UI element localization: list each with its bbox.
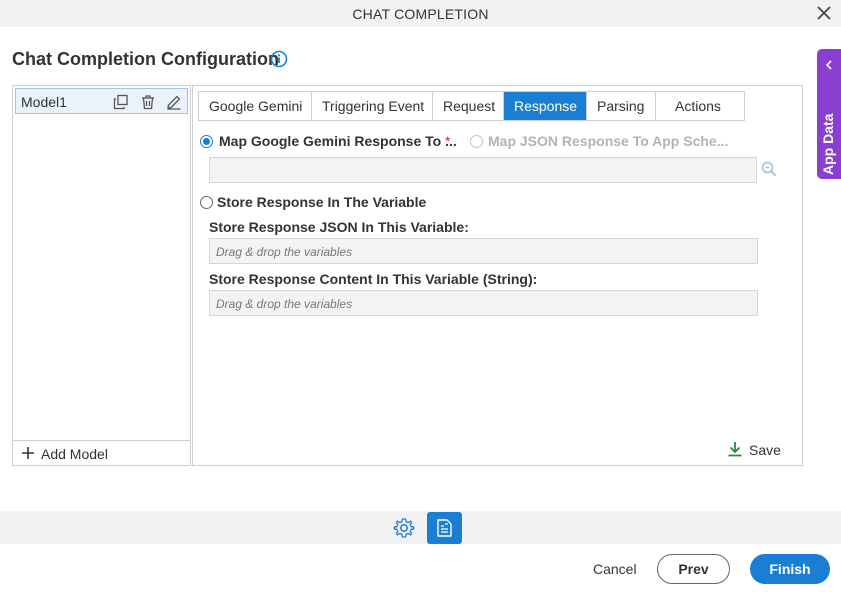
app-data-label: App Data [820,113,836,175]
tab-bar: Google Gemini Triggering Event Request R… [198,91,745,121]
tab-parsing[interactable]: Parsing [587,92,656,120]
document-icon [437,519,452,537]
tab-response[interactable]: Response [504,92,587,120]
store-content-label: Store Response Content In This Variable … [209,271,538,287]
map-json-label: Map JSON Response To App Sche... [488,133,729,149]
store-variable-radio[interactable] [200,196,213,209]
store-json-placeholder: Drag & drop the variables [216,245,353,259]
required-mark: * [445,133,451,149]
model-name: Model1 [21,94,67,110]
trash-icon[interactable] [140,94,156,110]
store-content-placeholder: Drag & drop the variables [216,297,353,311]
tab-google-gemini[interactable]: Google Gemini [199,92,312,120]
download-icon [728,442,742,457]
tab-triggering-event[interactable]: Triggering Event [312,92,433,120]
pencil-icon[interactable] [166,94,182,110]
add-model-label: Add Model [41,446,108,462]
map-entity-field[interactable] [209,157,757,183]
cancel-button[interactable]: Cancel [593,561,637,577]
map-gemini-radio[interactable] [200,135,213,148]
store-json-label: Store Response JSON In This Variable: [209,219,469,235]
page-title: Chat Completion Configuration [12,49,279,69]
search-icon[interactable] [761,161,777,177]
map-json-radio[interactable] [470,135,483,148]
duplicate-icon[interactable] [113,94,129,110]
save-label: Save [749,442,781,458]
bottom-toolbar [0,511,841,544]
prev-button[interactable]: Prev [657,554,730,584]
store-variable-label: Store Response In The Variable [217,194,427,210]
info-icon[interactable] [270,50,288,68]
app-data-tab[interactable]: App Data [817,49,841,179]
store-json-dropzone[interactable]: Drag & drop the variables [209,238,758,264]
model-list-panel: Model1 Add Model [12,85,191,466]
map-gemini-label: Map Google Gemini Response To ... [219,133,457,149]
store-content-dropzone[interactable]: Drag & drop the variables [209,290,758,316]
title-bar: CHAT COMPLETION [0,0,841,27]
tab-request[interactable]: Request [433,92,504,120]
gear-icon[interactable] [393,517,415,539]
chevron-left-icon [825,60,832,70]
add-model-button[interactable]: Add Model [13,440,190,465]
close-icon[interactable] [815,4,833,22]
finish-button[interactable]: Finish [750,554,830,584]
document-button[interactable] [427,512,462,544]
model-item[interactable]: Model1 [15,88,188,114]
window-title: CHAT COMPLETION [352,6,489,22]
plus-icon [22,447,34,459]
tab-actions[interactable]: Actions [656,92,744,120]
